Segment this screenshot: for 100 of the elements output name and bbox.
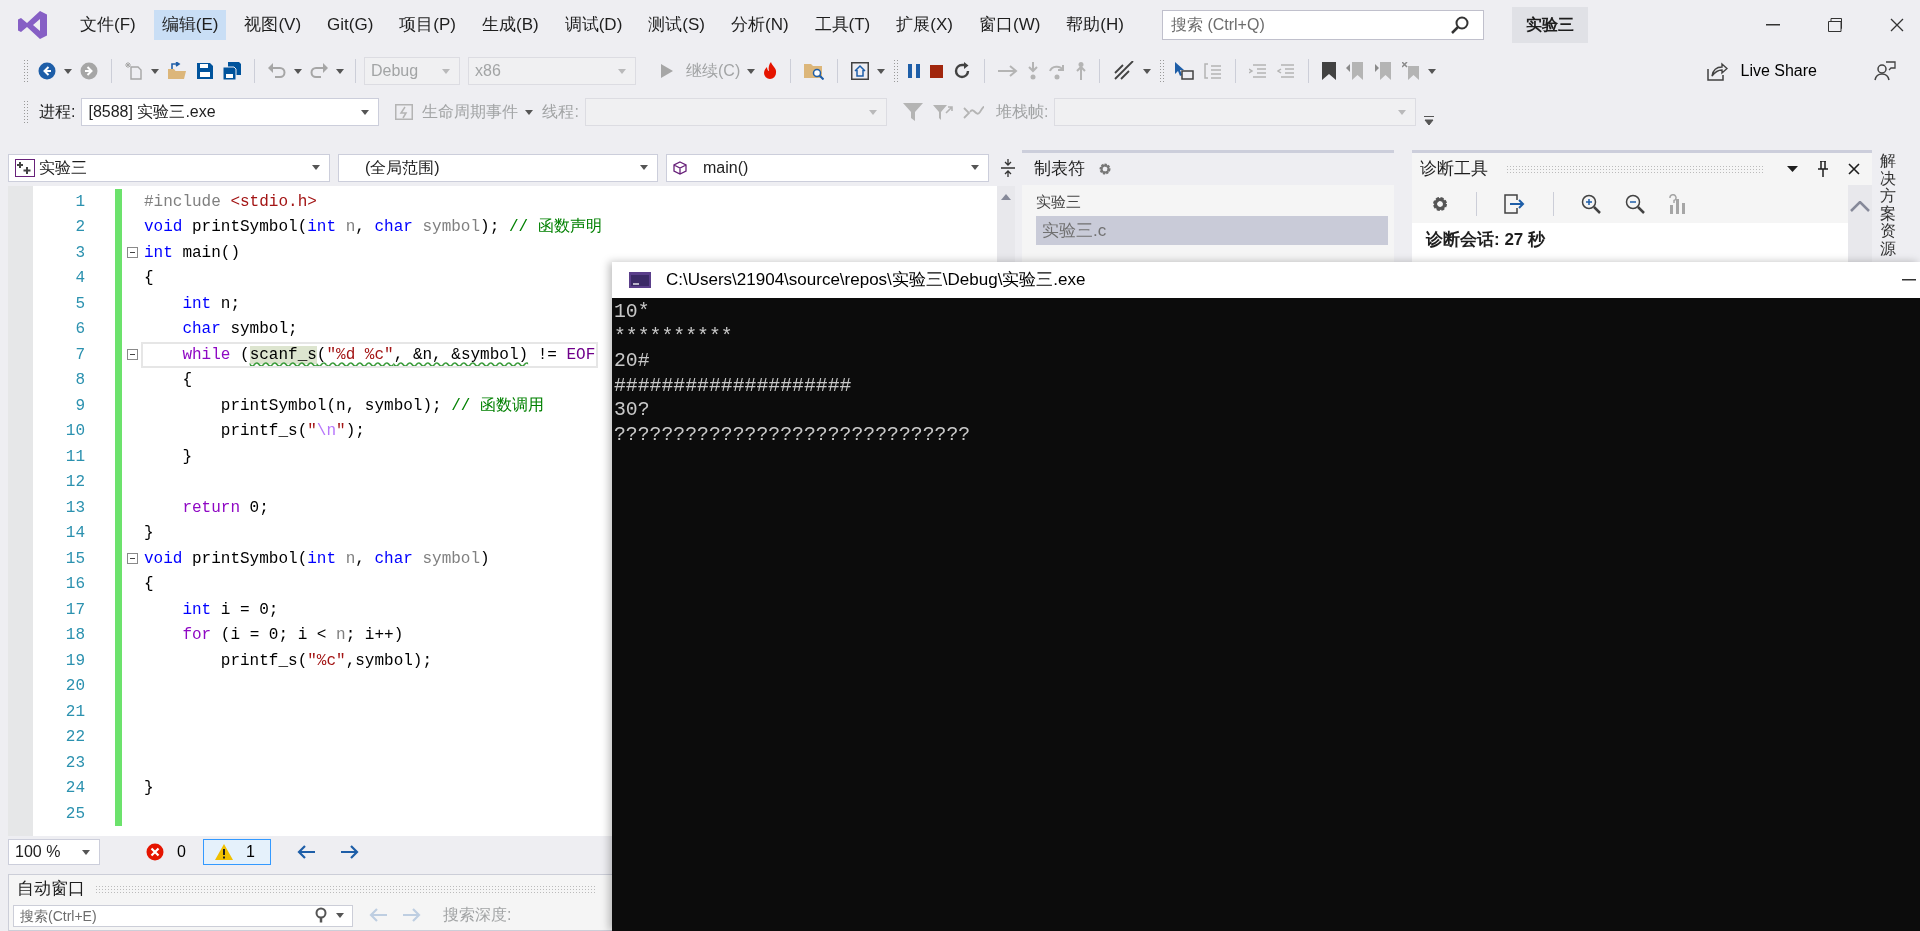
console-output-line: 30? [614,398,650,423]
caret-icon[interactable] [294,68,302,74]
menu-item[interactable]: 帮助(H) [1058,10,1132,40]
caret-icon[interactable] [82,849,90,855]
error-filter-button[interactable]: 0 [134,839,193,866]
menu-item[interactable]: Git(G) [319,10,382,40]
threads-icon[interactable] [1113,61,1136,81]
search-field[interactable]: 搜索(Ctrl+E) [13,905,353,928]
overflow-icon[interactable] [1424,115,1435,125]
chevron-up-icon[interactable] [1850,201,1870,212]
pause-icon[interactable] [908,64,921,78]
bookmark-next-icon[interactable] [1374,62,1393,80]
bookmark-clear-icon[interactable] [1402,62,1421,80]
line-number: 11 [64,446,85,468]
exit-icon[interactable] [1504,194,1526,214]
line-number: 25 [64,803,85,825]
settings-icon[interactable] [1431,195,1449,213]
search-field[interactable]: 搜索 (Ctrl+Q) [1161,10,1484,40]
caret-icon[interactable] [747,68,756,74]
menu-item[interactable]: 工具(T) [806,10,879,40]
bookmark-icon[interactable] [1322,62,1337,80]
line-number: 6 [74,319,85,341]
restore-icon[interactable] [1828,18,1842,32]
close-icon[interactable] [1890,18,1904,32]
code-line: int i = 0; [181,599,280,621]
caret-icon[interactable] [336,913,344,919]
member-dropdown[interactable]: main() [666,153,989,182]
code-line: return 0; [181,497,270,519]
caret-icon[interactable] [640,165,648,171]
line-number: 5 [74,293,85,315]
stop-icon[interactable] [930,64,944,78]
settings-icon[interactable] [1098,162,1112,176]
caret-icon[interactable] [1143,68,1152,74]
code-line: void printSymbol(int n, char symbol) [143,548,491,570]
pin-icon[interactable] [1818,161,1828,177]
menu-item[interactable]: 文件(F) [72,10,144,40]
collapse-icon[interactable] [127,553,138,565]
search-depth-label: 搜索深度: [443,905,512,926]
caret-icon[interactable] [971,165,979,171]
live-share-button[interactable]: Live Share [1695,59,1821,83]
restart-icon[interactable] [953,62,972,80]
home-icon[interactable] [851,62,870,80]
menu-item[interactable]: 生成(B) [474,10,547,40]
back-icon[interactable] [38,62,56,80]
caret-icon[interactable] [151,68,159,74]
line-number: 2 [74,217,85,239]
bookmark-previous-icon[interactable] [1346,62,1365,80]
menu-item[interactable]: 视图(V) [236,10,310,40]
warning-icon [214,844,233,861]
flame-icon[interactable] [763,62,778,80]
menu-item[interactable]: 测试(S) [640,10,713,40]
caret-icon[interactable] [336,68,344,74]
caret-icon[interactable] [525,109,534,115]
line-number: 18 [64,625,85,647]
arrow-left-icon[interactable] [296,845,315,860]
panel-title: 诊断工具 [1420,158,1488,181]
zoom-dropdown[interactable]: 100 % [8,839,100,866]
stack-frame-label: 堆栈帧: [995,102,1049,122]
project-dropdown[interactable]: 实验三 [8,153,330,182]
split-icon[interactable] [1001,158,1015,177]
solution-name: 实验三 [1511,7,1588,43]
collapse-icon[interactable] [127,247,138,259]
close-icon[interactable] [1848,163,1860,175]
dropdown-icon[interactable] [1787,166,1798,172]
caret-icon[interactable] [877,68,886,74]
open-folder-icon[interactable] [167,62,187,80]
line-number: 14 [64,523,85,545]
caret-icon[interactable] [1428,68,1437,74]
console-output-line: ********** [614,324,733,349]
play-icon [661,64,673,78]
minimize-icon[interactable] [1766,24,1780,26]
caret-icon[interactable] [312,165,320,171]
error-icon [146,843,164,862]
function-icon [673,160,687,175]
caret-icon[interactable] [64,68,72,74]
menu-item[interactable]: 扩展(X) [888,10,961,40]
warning-filter-button[interactable]: 1 [202,839,271,866]
process-dropdown[interactable]: [8588] 实验三.exe [81,98,380,126]
side-tab[interactable]: 解决方案资源 [1880,152,1896,258]
scope-dropdown[interactable]: (全局范围) [338,153,658,182]
folder-search-icon[interactable] [804,62,825,80]
feedback-icon[interactable] [1874,61,1896,81]
menu-item[interactable]: 编辑(E) [153,10,227,40]
console-output-line: ?????????????????????????????? [614,422,971,447]
menu-item[interactable]: 窗口(W) [970,10,1049,40]
zoom-in-icon[interactable] [1581,194,1601,214]
caret-icon[interactable] [361,109,370,115]
scroll-up-icon[interactable] [1001,193,1011,200]
menu-item[interactable]: 调试(D) [556,10,631,40]
cursor-icon[interactable] [1174,62,1195,80]
menu-item[interactable]: 分析(N) [722,10,797,40]
minimize-icon[interactable] [1902,279,1916,281]
save-icon[interactable] [197,63,213,79]
collapse-icon[interactable] [127,349,138,361]
menu-item[interactable]: 项目(P) [391,10,464,40]
zoom-out-icon[interactable] [1625,194,1645,214]
line-number: 4 [74,268,85,290]
code-line: int n; [181,293,242,315]
save-all-icon[interactable] [223,62,241,80]
arrow-right-icon[interactable] [340,845,359,860]
